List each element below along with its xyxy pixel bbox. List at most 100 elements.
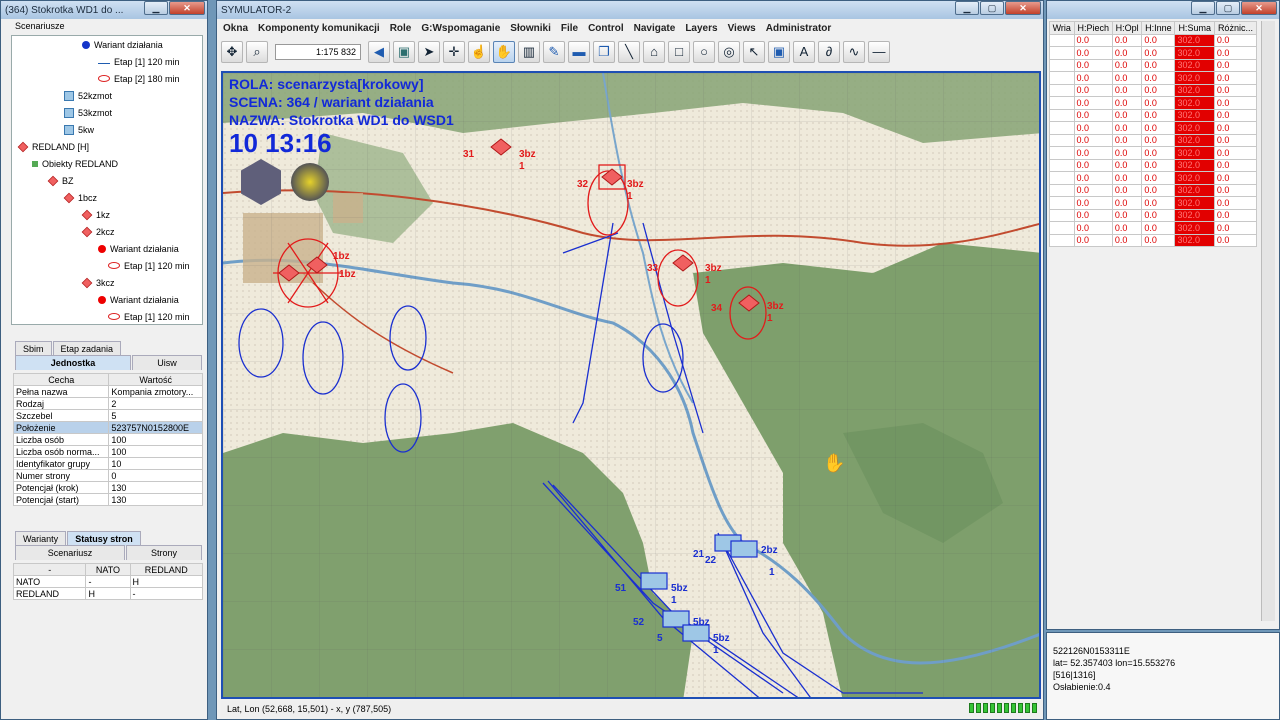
maximize-button[interactable]: ▢ — [1216, 1, 1240, 15]
close-button[interactable]: ✕ — [1241, 1, 1277, 15]
property-row[interactable]: Liczba osób 100 — [12, 433, 203, 446]
pen-icon[interactable]: ✎ — [543, 41, 565, 63]
compass-icon[interactable] — [291, 163, 329, 201]
trash-icon[interactable]: ▥ — [518, 41, 540, 63]
main-titlebar[interactable]: SYMULATOR-2 ▁ ▢ ✕ — [217, 1, 1043, 19]
tree-node[interactable]: Etap [1] 120 min — [12, 257, 202, 274]
back-arrow-icon[interactable]: ◀ — [368, 41, 390, 63]
property-row[interactable]: Potencjał (krok) 130 — [12, 481, 203, 494]
losses-row[interactable]: 0.0 0.0 0.0 302.0 0.0 — [1049, 208, 1258, 222]
losses-header[interactable]: H:Opl — [1111, 21, 1143, 35]
map-icon[interactable]: ▣ — [393, 41, 415, 63]
scale-field[interactable]: 1:175 832 — [275, 44, 361, 60]
tree-node[interactable]: Etap [1] 120 min — [12, 308, 202, 324]
menu-item[interactable]: Role — [390, 23, 412, 34]
losses-row[interactable]: 0.0 0.0 0.0 302.0 0.0 — [1049, 158, 1258, 172]
losses-row[interactable]: 0.0 0.0 0.0 302.0 0.0 — [1049, 58, 1258, 72]
tab-etap-zadania[interactable]: Etap zadania — [52, 341, 122, 356]
vertical-scrollbar[interactable] — [1261, 21, 1275, 621]
property-row[interactable]: Numer strony 0 — [12, 469, 203, 482]
node-icon[interactable]: ↖ — [743, 41, 765, 63]
tree-node[interactable]: BZ — [12, 172, 202, 189]
pointer-icon[interactable]: ➤ — [418, 41, 440, 63]
left-titlebar[interactable]: (364) Stokrotka WD1 do ... ▁ ✕ — [1, 1, 207, 19]
property-row[interactable]: Pełna nazwa Kompania zmotory... — [12, 385, 203, 398]
menu-item[interactable]: Layers — [685, 23, 717, 34]
rect-icon[interactable]: □ — [668, 41, 690, 63]
losses-row[interactable]: 0.0 0.0 0.0 302.0 0.0 — [1049, 196, 1258, 210]
tree-node[interactable]: Wariant działania — [12, 240, 202, 257]
tab-statusy-stron[interactable]: Statusy stron — [67, 531, 141, 546]
losses-row[interactable]: 0.0 0.0 0.0 302.0 0.0 — [1049, 96, 1258, 110]
tab-sbim[interactable]: Sbim — [15, 341, 52, 356]
wave-icon[interactable]: ∿ — [843, 41, 865, 63]
losses-row[interactable]: 0.0 0.0 0.0 302.0 0.0 — [1049, 71, 1258, 85]
losses-row[interactable]: 0.0 0.0 0.0 302.0 0.0 — [1049, 133, 1258, 147]
tree-node[interactable]: Wariant działania — [12, 291, 202, 308]
minimize-button[interactable]: ▁ — [1191, 1, 1215, 15]
dash-icon[interactable]: — — [868, 41, 890, 63]
tree-node[interactable]: 2kcz — [12, 223, 202, 240]
right-titlebar[interactable]: ▁ ▢ ✕ — [1047, 1, 1279, 19]
tab-jednostka[interactable]: Jednostka — [15, 355, 131, 370]
a-icon[interactable]: A — [793, 41, 815, 63]
property-row[interactable]: Rodzaj 2 — [12, 397, 203, 410]
losses-header[interactable]: H:Inne — [1141, 21, 1176, 35]
menu-item[interactable]: G:Wspomaganie — [421, 23, 500, 34]
close-button[interactable]: ✕ — [169, 1, 205, 15]
menu-item[interactable]: File — [561, 23, 578, 34]
move-icon[interactable]: ✥ — [221, 41, 243, 63]
close-button[interactable]: ✕ — [1005, 1, 1041, 15]
crosshair-icon[interactable]: ✛ — [443, 41, 465, 63]
tree-node[interactable]: Etap [1] 120 min — [12, 53, 202, 70]
property-row[interactable]: Potencjał (start) 130 — [12, 493, 203, 506]
tab-scenariusz[interactable]: Scenariusz — [15, 545, 125, 560]
polyline-icon[interactable]: ⌂ — [643, 41, 665, 63]
maximize-button[interactable]: ▢ — [980, 1, 1004, 15]
menu-item[interactable]: Okna — [223, 23, 248, 34]
tab-uisw[interactable]: Uisw — [132, 355, 202, 370]
scenario-tree[interactable]: Wariant działania Etap [1] 120 min Etap [2… — [11, 35, 203, 325]
side-row[interactable]: REDLAND H - — [12, 587, 203, 600]
losses-header[interactable]: H:Suma — [1174, 21, 1215, 35]
tree-node[interactable]: Wariant działania — [12, 36, 202, 53]
tree-node[interactable]: 1kz — [12, 206, 202, 223]
property-row[interactable]: Szczebel 5 — [12, 409, 203, 422]
losses-row[interactable]: 0.0 0.0 0.0 302.0 0.0 — [1049, 171, 1258, 185]
side-row[interactable]: NATO - H — [12, 575, 203, 588]
losses-header[interactable]: H:Piech — [1073, 21, 1113, 35]
target-icon[interactable]: ◎ — [718, 41, 740, 63]
minimize-button[interactable]: ▁ — [144, 1, 168, 15]
losses-row[interactable]: 0.0 0.0 0.0 302.0 0.0 — [1049, 183, 1258, 197]
stack-icon[interactable]: ❐ — [593, 41, 615, 63]
tree-node[interactable]: 53kzmot — [12, 104, 202, 121]
losses-row[interactable]: 0.0 0.0 0.0 302.0 0.0 — [1049, 108, 1258, 122]
menu-item[interactable]: Komponenty komunikacji — [258, 23, 380, 34]
property-row[interactable]: Położenie 523757N0152800E — [12, 421, 203, 434]
losses-row[interactable]: 0.0 0.0 0.0 302.0 0.0 — [1049, 46, 1258, 60]
menu-item[interactable]: Słowniki — [510, 23, 551, 34]
tree-node[interactable]: 5kw — [12, 121, 202, 138]
losses-row[interactable]: 0.0 0.0 0.0 302.0 0.0 — [1049, 33, 1258, 47]
losses-row[interactable]: 0.0 0.0 0.0 302.0 0.0 — [1049, 146, 1258, 160]
losses-header[interactable]: Wria — [1049, 21, 1075, 35]
square-fill-icon[interactable]: ▣ — [768, 41, 790, 63]
script-icon[interactable]: ∂ — [818, 41, 840, 63]
map-canvas[interactable]: 31 3bz 1 32 3bz 1 33 3bz 1 34 3bz 1 1bz … — [221, 71, 1041, 699]
tree-node[interactable]: REDLAND [H] — [12, 138, 202, 155]
circle-icon[interactable]: ○ — [693, 41, 715, 63]
tree-node[interactable]: Etap [2] 180 min — [12, 70, 202, 87]
menu-item[interactable]: Administrator — [766, 23, 832, 34]
property-row[interactable]: Identyfikator grupy 10 — [12, 457, 203, 470]
layer-icon[interactable]: ▬ — [568, 41, 590, 63]
losses-row[interactable]: 0.0 0.0 0.0 302.0 0.0 — [1049, 121, 1258, 135]
losses-row[interactable]: 0.0 0.0 0.0 302.0 0.0 — [1049, 83, 1258, 97]
losses-row[interactable]: 0.0 0.0 0.0 302.0 0.0 — [1049, 221, 1258, 235]
tab-warianty[interactable]: Warianty — [15, 531, 67, 546]
tree-node[interactable]: 52kzmot — [12, 87, 202, 104]
line-icon[interactable]: ╲ — [618, 41, 640, 63]
losses-header[interactable]: Różnic... — [1213, 21, 1258, 35]
property-row[interactable]: Liczba osób norma... 100 — [12, 445, 203, 458]
minimize-button[interactable]: ▁ — [955, 1, 979, 15]
tree-node[interactable]: 1bcz — [12, 189, 202, 206]
